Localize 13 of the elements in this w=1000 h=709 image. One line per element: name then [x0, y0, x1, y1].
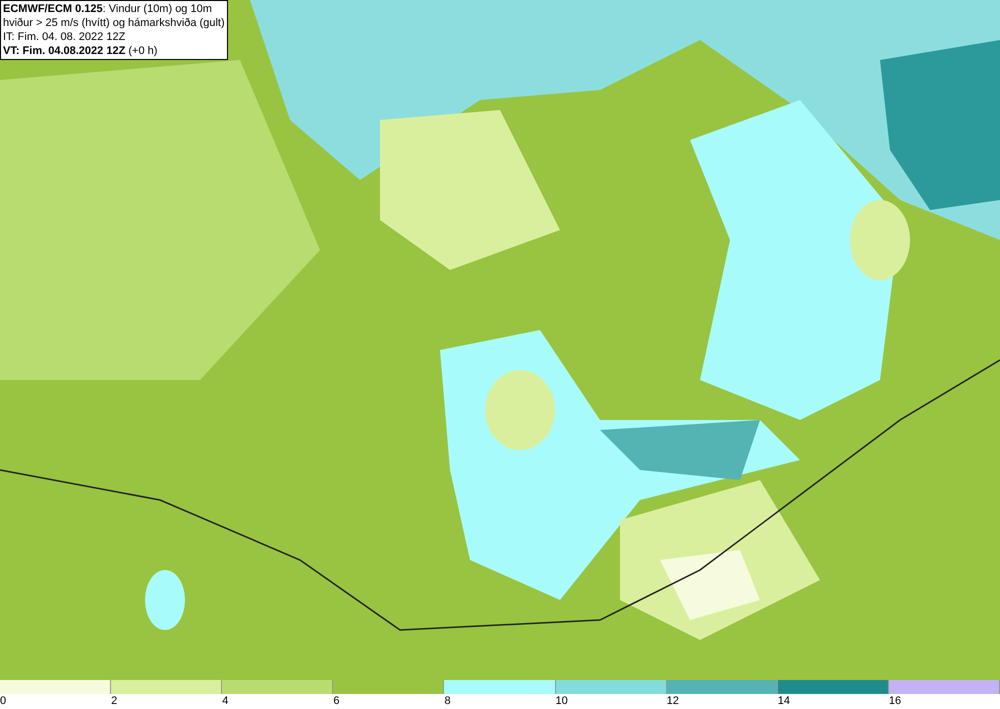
legend-label: 4 [222, 694, 228, 708]
info-text: hviður > 25 m/s (hvítt) og hámarkshviða (gult) [3, 16, 225, 30]
info-text: IT: Fim. 04. 08. 2022 12Z [3, 30, 126, 44]
info-text: ECMWF/ECM 0.125: Vindur (10m) og 10m [3, 2, 213, 16]
legend-label: 0 [0, 694, 6, 708]
legend-label: 2 [111, 694, 118, 708]
legend-label: 16 [888, 694, 902, 708]
legend-label: 8 [444, 694, 451, 708]
legend-label: 12 [666, 694, 679, 708]
legend-label: 14 [778, 694, 790, 708]
info-text: VT: Fim. 04.08.2022 12Z (+0 h) [3, 44, 158, 58]
legend-label: 10 [556, 694, 568, 708]
legend-label: 6 [333, 694, 340, 708]
